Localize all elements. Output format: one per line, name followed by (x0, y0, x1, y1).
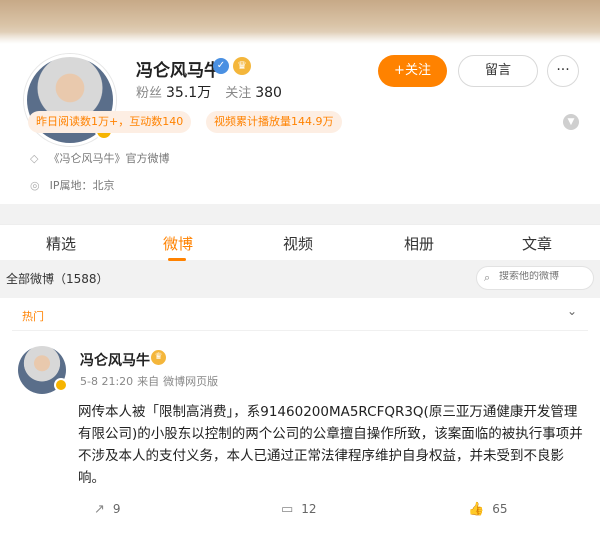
crown-icon[interactable]: ♛ (233, 57, 251, 75)
post-meta: 5-8 21:20 来自 微博网页版 (80, 373, 222, 389)
profile-banner (0, 0, 600, 44)
like-count: 65 (492, 502, 508, 516)
following-label: 关注 (225, 86, 252, 101)
comment-icon: ▭ (281, 502, 294, 517)
profile-name: 冯仑风马牛 (136, 61, 221, 81)
reading-stats-tag[interactable]: 昨日阅读数1万+，互动数140 (28, 111, 192, 133)
message-button[interactable]: 留言 (458, 55, 538, 87)
repost-count: 9 (112, 502, 121, 516)
post-author-name[interactable]: 冯仑风马牛 (80, 350, 150, 370)
post-time[interactable]: 5-8 21:20 (80, 375, 133, 388)
all-posts-label[interactable]: 全部微博（1588） (6, 270, 109, 287)
share-icon: ↗ (94, 502, 105, 517)
fans-count[interactable]: 35.1万 (166, 85, 211, 101)
search-box[interactable]: ⌕ (476, 266, 594, 290)
hot-label: 热门 (22, 310, 44, 323)
thumb-up-icon: 👍 (468, 502, 485, 517)
like-button[interactable]: 👍 65 (468, 502, 507, 517)
repost-button[interactable]: ↗ 9 (94, 502, 121, 517)
chevron-down-icon[interactable]: ▼ (563, 114, 579, 130)
tab-articles[interactable]: 文章 (522, 233, 552, 254)
profile-stats: 粉丝 35.1万 关注 380 (136, 82, 282, 102)
tab-album[interactable]: 相册 (404, 233, 434, 254)
comment-button[interactable]: ▭ 12 (281, 502, 317, 517)
tab-video[interactable]: 视频 (283, 233, 313, 254)
post-source: 微博网页版 (163, 375, 219, 388)
shield-icon: ◇ (30, 152, 39, 165)
comment-count: 12 (301, 502, 317, 516)
follow-button[interactable]: +关注 (378, 55, 447, 87)
search-input[interactable] (499, 271, 591, 282)
verified-check-icon[interactable]: ✓ (213, 58, 229, 74)
following-count[interactable]: 380 (255, 85, 282, 101)
profile-header: V 冯仑风马牛 ✓ ♛ 粉丝35.1万关注380 +关注 留言 ··· 昨日阅读… (0, 44, 600, 204)
chevron-down-icon[interactable]: ⌄ (567, 304, 577, 318)
verified-badge-icon (54, 378, 68, 392)
divider (12, 330, 588, 331)
post-source-prefix: 来自 (137, 375, 160, 388)
ip-location-text: IP属地：北京 (49, 179, 115, 192)
search-icon[interactable]: ⌕ (484, 271, 490, 285)
location-pin-icon: ◎ (30, 179, 40, 192)
official-info: ◇ 《冯仑风马牛》官方微博 (30, 150, 169, 166)
profile-tabs: 精选 微博 视频 相册 文章 (0, 224, 600, 261)
feed-toolbar: 全部微博（1588） ⌕ (0, 260, 600, 296)
tab-featured[interactable]: 精选 (46, 233, 76, 254)
post-actions: ↗ 9 ▭ 12 👍 65 (0, 500, 600, 524)
post-text: 网传本人被「限制高消费」，系91460200MA5RCFQR3Q(原三亚万通健康… (78, 404, 583, 486)
crown-icon[interactable]: ♛ (151, 350, 166, 365)
video-stats-tag[interactable]: 视频累计播放量144.9万 (206, 111, 342, 133)
post-card: 热门 ⌄ 冯仑风马牛 ♛ 5-8 21:20 来自 微博网页版 网传本人被「限制高消… (0, 298, 600, 541)
official-info-text: 《冯仑风马牛》官方微博 (48, 152, 170, 165)
ip-location: ◎ IP属地：北京 (30, 177, 115, 193)
more-button[interactable]: ··· (547, 55, 579, 87)
tab-weibo[interactable]: 微博 (163, 233, 193, 254)
fans-label: 粉丝 (136, 86, 163, 101)
